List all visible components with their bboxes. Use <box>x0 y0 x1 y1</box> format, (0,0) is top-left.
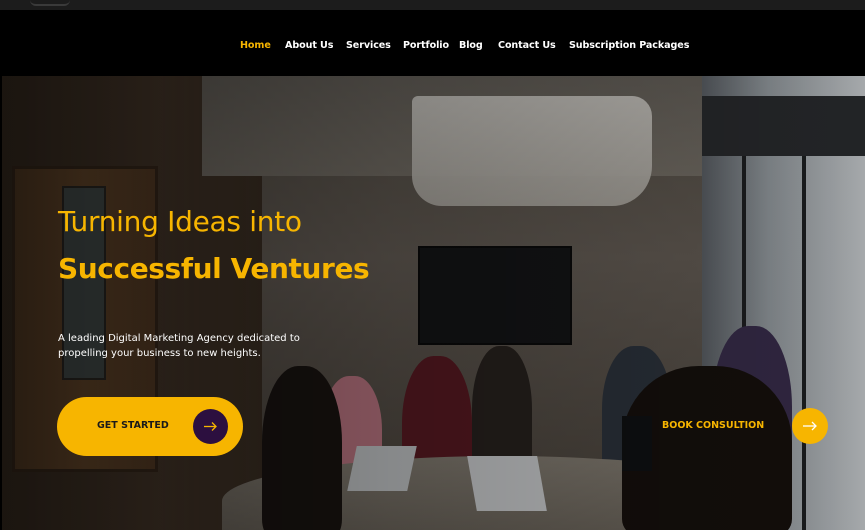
top-strip <box>0 0 865 10</box>
hero-subtitle: A leading Digital Marketing Agency dedic… <box>58 333 300 359</box>
nav-item-contact-us[interactable]: Contact Us <box>498 40 556 51</box>
get-started-button[interactable]: GET STARTED <box>57 397 243 456</box>
hero-title-line2: Successful Ventures <box>58 252 370 285</box>
book-consultation-label: BOOK CONSULTION <box>662 420 765 431</box>
nav-item-portfolio[interactable]: Portfolio <box>403 40 449 51</box>
hero-section <box>2 76 865 530</box>
hero-dark-overlay <box>2 76 865 530</box>
book-consultation-button[interactable]: BOOK CONSULTION <box>660 408 830 444</box>
nav-item-about-us[interactable]: About Us <box>285 40 333 51</box>
nav-item-services[interactable]: Services <box>346 40 391 51</box>
hero-title-line1: Turning Ideas into <box>58 205 302 238</box>
logo[interactable] <box>30 0 70 6</box>
nav-links: Home About Us Services Portfolio Blog Co… <box>0 40 865 54</box>
get-started-label: GET STARTED <box>97 420 169 431</box>
arrow-right-icon <box>193 409 228 444</box>
nav-item-home[interactable]: Home <box>240 40 271 51</box>
nav-item-blog[interactable]: Blog <box>459 40 483 51</box>
main-navbar: Home About Us Services Portfolio Blog Co… <box>0 10 865 76</box>
nav-item-subscription-packages[interactable]: Subscription Packages <box>569 40 689 51</box>
arrow-right-icon <box>792 408 828 444</box>
